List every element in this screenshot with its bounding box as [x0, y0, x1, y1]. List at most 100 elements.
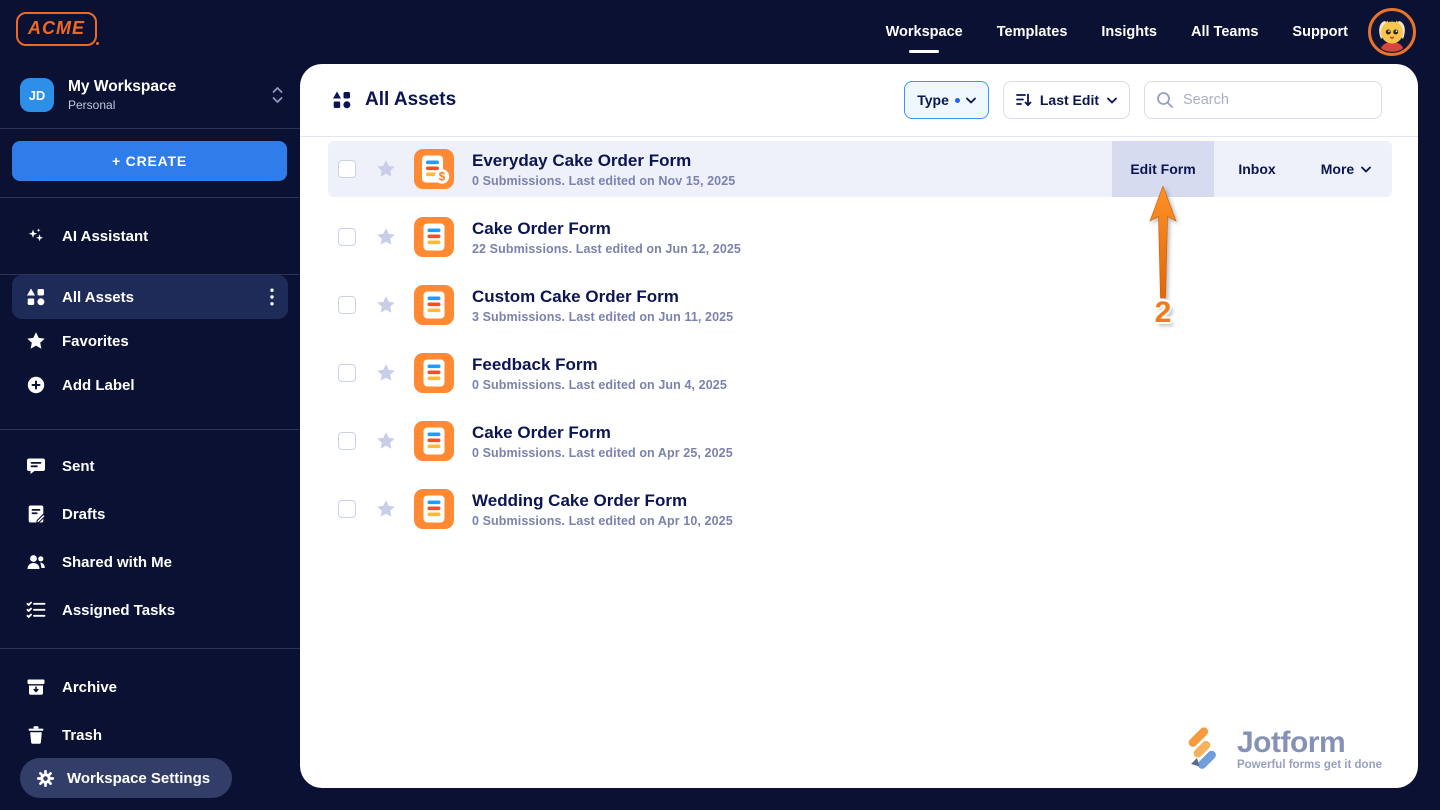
favorite-star-icon[interactable]	[376, 499, 396, 519]
form-meta: 0 Submissions. Last edited on Nov 15, 20…	[472, 174, 735, 188]
asset-row[interactable]: Custom Cake Order Form 3 Submissions. La…	[328, 277, 1392, 333]
nav-workspace[interactable]: Workspace	[886, 0, 963, 64]
sidebar-item-archive[interactable]: Archive	[0, 663, 300, 711]
favorite-star-icon[interactable]	[376, 363, 396, 383]
gear-icon	[36, 769, 55, 788]
sidebar-item-label: Assigned Tasks	[62, 602, 175, 619]
payment-form-icon: $	[414, 149, 454, 189]
sidebar-item-trash[interactable]: Trash	[0, 711, 300, 759]
workspace-selector[interactable]: JD My Workspace Personal	[0, 64, 300, 128]
nav-all-teams[interactable]: All Teams	[1191, 0, 1258, 64]
sidebar-item-label: Add Label	[62, 377, 135, 394]
sidebar-divider	[0, 128, 300, 129]
form-title[interactable]: Custom Cake Order Form	[472, 287, 733, 307]
sidebar-item-favorites[interactable]: Favorites	[0, 319, 300, 363]
nav-templates[interactable]: Templates	[997, 0, 1068, 64]
sort-button[interactable]: Last Edit	[1003, 81, 1130, 119]
favorite-star-icon[interactable]	[376, 431, 396, 451]
sidebar-divider	[0, 648, 300, 649]
create-button[interactable]: + CREATE	[12, 141, 287, 181]
sidebar-divider	[0, 429, 300, 430]
row-checkbox[interactable]	[338, 228, 356, 246]
sidebar-item-drafts[interactable]: Drafts	[0, 490, 300, 538]
workspace-settings-button[interactable]: Workspace Settings	[20, 758, 232, 798]
acme-logo[interactable]: ACME	[16, 12, 97, 46]
chevron-down-icon	[1107, 97, 1117, 104]
nav-support[interactable]: Support	[1292, 0, 1348, 64]
sidebar-item-all-assets[interactable]: All Assets	[12, 275, 288, 319]
form-meta: 3 Submissions. Last edited on Jun 11, 20…	[472, 310, 733, 324]
favorite-star-icon[interactable]	[376, 159, 396, 179]
nav-insights[interactable]: Insights	[1101, 0, 1157, 64]
sidebar-item-label: Favorites	[62, 333, 129, 350]
asset-row[interactable]: Cake Order Form 0 Submissions. Last edit…	[328, 413, 1392, 469]
annotation-step-number: 2	[1146, 296, 1180, 330]
sidebar-item-label: Sent	[62, 458, 95, 475]
sidebar-item-ai-assistant[interactable]: AI Assistant	[0, 214, 300, 258]
sidebar-item-shared-with-me[interactable]: Shared with Me	[0, 538, 300, 586]
kebab-menu-icon[interactable]	[270, 288, 274, 306]
sidebar-divider	[0, 197, 300, 198]
sidebar-item-label: Trash	[62, 727, 102, 744]
form-icon	[414, 217, 454, 257]
sidebar-item-sent[interactable]: Sent	[0, 442, 300, 490]
user-avatar[interactable]	[1368, 8, 1416, 56]
more-label: More	[1321, 161, 1354, 177]
unfold-chevrons-icon	[271, 86, 284, 104]
sidebar-item-label: Archive	[62, 679, 117, 696]
form-title[interactable]: Wedding Cake Order Form	[472, 491, 733, 511]
workspace-plan: Personal	[68, 98, 176, 112]
search-icon	[1156, 91, 1174, 109]
jotform-wordmark: Jotform	[1237, 728, 1382, 758]
asset-row[interactable]: $ Everyday Cake Order Form 0 Submissions…	[328, 141, 1392, 197]
form-meta: 0 Submissions. Last edited on Apr 10, 20…	[472, 514, 733, 528]
asset-list: $ Everyday Cake Order Form 0 Submissions…	[300, 137, 1418, 537]
asset-row[interactable]: Wedding Cake Order Form 0 Submissions. L…	[328, 481, 1392, 537]
checklist-icon	[26, 600, 46, 620]
plus-circle-icon	[26, 375, 46, 395]
sidebar-item-label: All Assets	[62, 289, 134, 306]
filter-active-dot	[955, 98, 960, 103]
form-title[interactable]: Cake Order Form	[472, 219, 741, 239]
sidebar: JD My Workspace Personal + CREATE AI Ass…	[0, 64, 300, 810]
jotform-tagline: Powerful forms get it done	[1237, 759, 1382, 771]
row-checkbox[interactable]	[338, 296, 356, 314]
row-checkbox[interactable]	[338, 364, 356, 382]
form-icon	[414, 285, 454, 325]
sidebar-item-label: AI Assistant	[62, 228, 148, 245]
search-input[interactable]	[1144, 81, 1382, 119]
form-icon	[414, 353, 454, 393]
avatar-cat-illustration	[1368, 8, 1416, 56]
chevron-down-icon	[966, 97, 976, 104]
row-checkbox[interactable]	[338, 160, 356, 178]
jotform-logo-icon	[1183, 726, 1229, 772]
sort-icon	[1016, 92, 1032, 108]
workspace-settings-label: Workspace Settings	[67, 770, 210, 787]
all-assets-icon	[26, 287, 46, 307]
form-meta: 22 Submissions. Last edited on Jun 12, 2…	[472, 242, 741, 256]
sort-label: Last Edit	[1040, 92, 1099, 108]
people-icon	[26, 552, 46, 572]
sidebar-item-label: Shared with Me	[62, 554, 172, 571]
more-button[interactable]: More	[1300, 141, 1392, 197]
sidebar-item-label: Drafts	[62, 506, 105, 523]
row-checkbox[interactable]	[338, 500, 356, 518]
form-title[interactable]: Cake Order Form	[472, 423, 733, 443]
inbox-button[interactable]: Inbox	[1214, 141, 1300, 197]
form-title[interactable]: Feedback Form	[472, 355, 727, 375]
form-title[interactable]: Everyday Cake Order Form	[472, 151, 735, 171]
type-filter-button[interactable]: Type	[904, 81, 989, 119]
page-title: All Assets	[365, 89, 456, 111]
jotform-watermark: Jotform Powerful forms get it done	[1183, 726, 1382, 772]
form-meta: 0 Submissions. Last edited on Apr 25, 20…	[472, 446, 733, 460]
sidebar-item-add-label[interactable]: Add Label	[0, 363, 300, 407]
asset-row[interactable]: Feedback Form 0 Submissions. Last edited…	[328, 345, 1392, 401]
asset-row[interactable]: Cake Order Form 22 Submissions. Last edi…	[328, 209, 1392, 265]
favorite-star-icon[interactable]	[376, 295, 396, 315]
star-icon	[26, 331, 46, 351]
sidebar-item-assigned-tasks[interactable]: Assigned Tasks	[0, 586, 300, 634]
form-meta: 0 Submissions. Last edited on Jun 4, 202…	[472, 378, 727, 392]
favorite-star-icon[interactable]	[376, 227, 396, 247]
form-icon	[414, 489, 454, 529]
row-checkbox[interactable]	[338, 432, 356, 450]
